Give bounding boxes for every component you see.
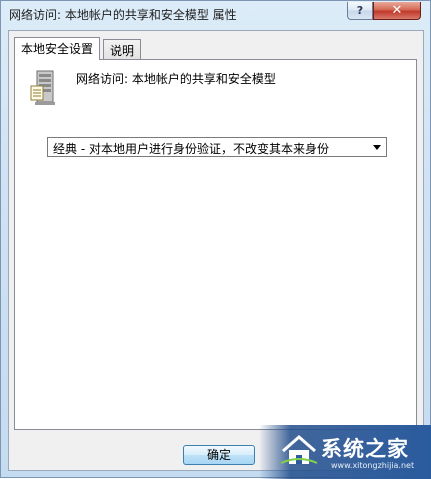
watermark-text: 系统之家: [321, 437, 409, 461]
close-button[interactable]: ✕: [373, 2, 421, 20]
help-button[interactable]: ?: [347, 2, 373, 20]
chevron-down-icon[interactable]: [373, 145, 381, 150]
tab-explain[interactable]: 说明: [103, 39, 142, 59]
close-icon: ✕: [391, 3, 403, 18]
house-logo-icon: [280, 435, 318, 464]
policy-name: 网络访问: 本地帐户的共享和安全模型: [76, 72, 276, 86]
title-bar[interactable]: 网络访问: 本地帐户的共享和安全模型 属性 ? ✕: [1, 1, 430, 29]
ok-button[interactable]: 确定: [183, 445, 255, 465]
watermark-url: www.xitongzhijia.net: [331, 461, 415, 470]
server-icon: [30, 70, 55, 105]
tab-panel: 网络访问: 本地帐户的共享和安全模型 经典 - 对本地用户进行身份验证，不改变其…: [14, 59, 417, 430]
properties-dialog: 网络访问: 本地帐户的共享和安全模型 属性 ? ✕ 本地安全设置 说明 网络访问…: [0, 0, 431, 479]
dialog-client-area: 本地安全设置 说明 网络访问: 本地帐户的共享和安全模型 经典 - 对本地用户进…: [8, 30, 424, 471]
security-model-select[interactable]: 经典 - 对本地用户进行身份验证，不改变其本来身份: [47, 137, 387, 157]
tab-local-security-setting[interactable]: 本地安全设置: [14, 37, 101, 60]
select-value: 经典 - 对本地用户进行身份验证，不改变其本来身份: [53, 142, 329, 156]
watermark: 系统之家 www.xitongzhijia.net: [259, 425, 431, 479]
window-title: 网络访问: 本地帐户的共享和安全模型 属性: [9, 8, 237, 22]
